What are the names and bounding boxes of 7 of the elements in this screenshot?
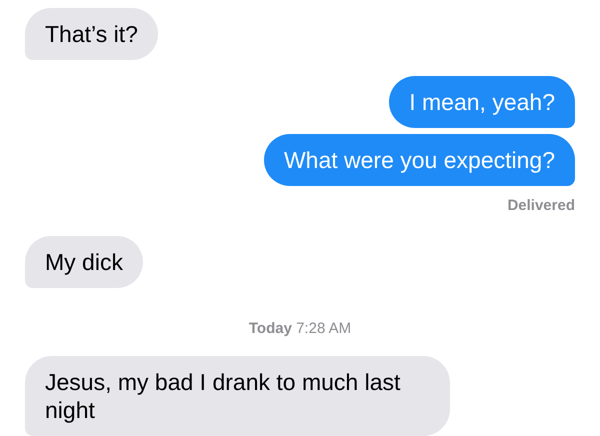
- sent-message-bubble: I mean, yeah?: [389, 76, 575, 128]
- received-message-bubble: Jesus, my bad I drank to much last night: [25, 356, 450, 436]
- received-message-bubble: That’s it?: [25, 8, 158, 60]
- sent-message-bubble: What were you expecting?: [264, 134, 575, 186]
- timestamp: Today 7:28 AM: [248, 318, 352, 338]
- received-message-bubble: My dick: [25, 236, 143, 288]
- delivery-status: Delivered: [507, 196, 575, 216]
